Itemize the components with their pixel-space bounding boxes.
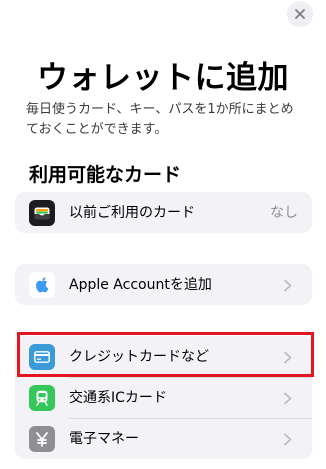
credit-card-label: クレジットカードなど bbox=[69, 349, 209, 365]
yen-icon bbox=[29, 426, 55, 452]
wallet-icon bbox=[29, 200, 55, 226]
apple-account-row[interactable]: Apple Accountを追加 bbox=[15, 264, 312, 305]
apple-icon bbox=[29, 272, 55, 298]
previous-cards-label: 以前ご利用のカード bbox=[69, 205, 195, 221]
chevron-right-icon bbox=[284, 433, 292, 446]
transit-card-row[interactable]: 交通系ICカード bbox=[15, 377, 312, 418]
train-icon bbox=[29, 385, 55, 411]
chevron-right-icon bbox=[284, 279, 292, 292]
apple-account-group: Apple Accountを追加 bbox=[15, 264, 312, 305]
emoney-row[interactable]: 電子マネー bbox=[15, 418, 312, 459]
credit-card-icon bbox=[29, 344, 55, 370]
close-icon bbox=[295, 9, 305, 19]
chevron-right-icon bbox=[284, 392, 292, 405]
credit-card-row[interactable]: クレジットカードなど bbox=[15, 336, 312, 377]
page-subtitle: 毎日使うカード、キー、パスを1か所にまとめておくことができます。 bbox=[26, 102, 294, 137]
section-header-available-cards: 利用可能なカード bbox=[29, 164, 182, 186]
card-types-group: クレジットカードなど 交通系ICカード 電子マネー bbox=[15, 336, 312, 459]
emoney-label: 電子マネー bbox=[69, 431, 139, 447]
transit-card-label: 交通系ICカード bbox=[69, 390, 167, 406]
page-title: ウォレットに追加 bbox=[37, 60, 289, 96]
chevron-right-icon bbox=[284, 351, 292, 364]
previous-cards-group: 以前ご利用のカード なし bbox=[15, 192, 312, 233]
apple-account-label: Apple Accountを追加 bbox=[69, 277, 212, 293]
close-button[interactable] bbox=[287, 1, 313, 27]
previous-cards-row[interactable]: 以前ご利用のカード なし bbox=[15, 192, 312, 233]
previous-cards-value: なし bbox=[270, 205, 298, 221]
